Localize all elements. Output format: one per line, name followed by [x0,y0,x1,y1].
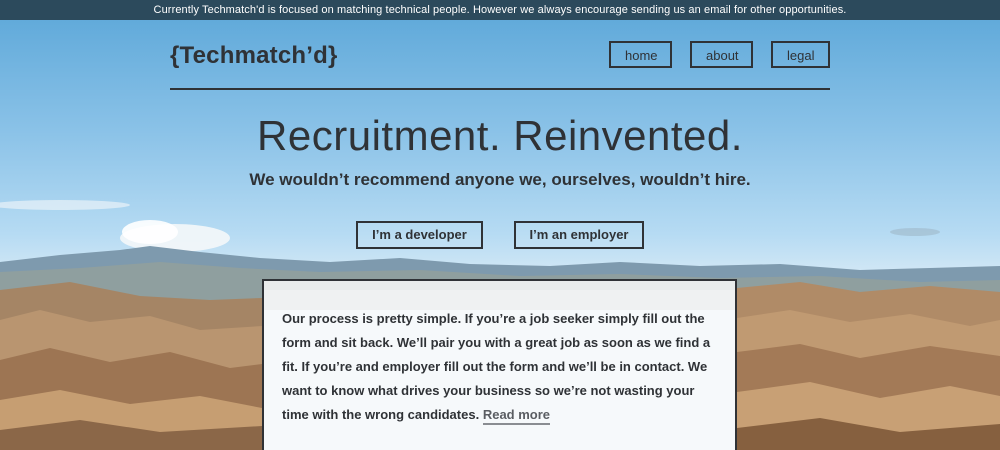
main-nav: home about legal [609,41,830,68]
developer-button[interactable]: I’m a developer [356,221,483,249]
notice-text-start: Currently Techmatch'd is focused on matc… [153,4,705,16]
top-notice-bar: Currently Techmatch'd is focused on matc… [0,0,1000,20]
nav-home-link[interactable]: home [609,41,672,68]
nav-legal-link[interactable]: legal [771,41,830,68]
site-logo[interactable]: {Techmatch’d} [170,42,338,70]
notice-text-end: for other opportunities. [730,4,847,16]
site-header: {Techmatch’d} home about legal [170,38,830,90]
process-description-panel: Our process is pretty simple. If you’re … [262,279,737,450]
employer-button[interactable]: I’m an employer [514,221,644,249]
hero-subtitle: We wouldn’t recommend anyone we, ourselv… [249,170,751,189]
hero-title: Recruitment. Reinvented. [257,112,743,159]
notice-email-link[interactable]: email [704,4,731,16]
nav-about-link[interactable]: about [690,41,753,68]
read-more-link[interactable]: Read more [482,407,551,425]
process-description: Our process is pretty simple. If you’re … [282,307,717,427]
process-description-text: Our process is pretty simple. If you’re … [282,311,711,422]
